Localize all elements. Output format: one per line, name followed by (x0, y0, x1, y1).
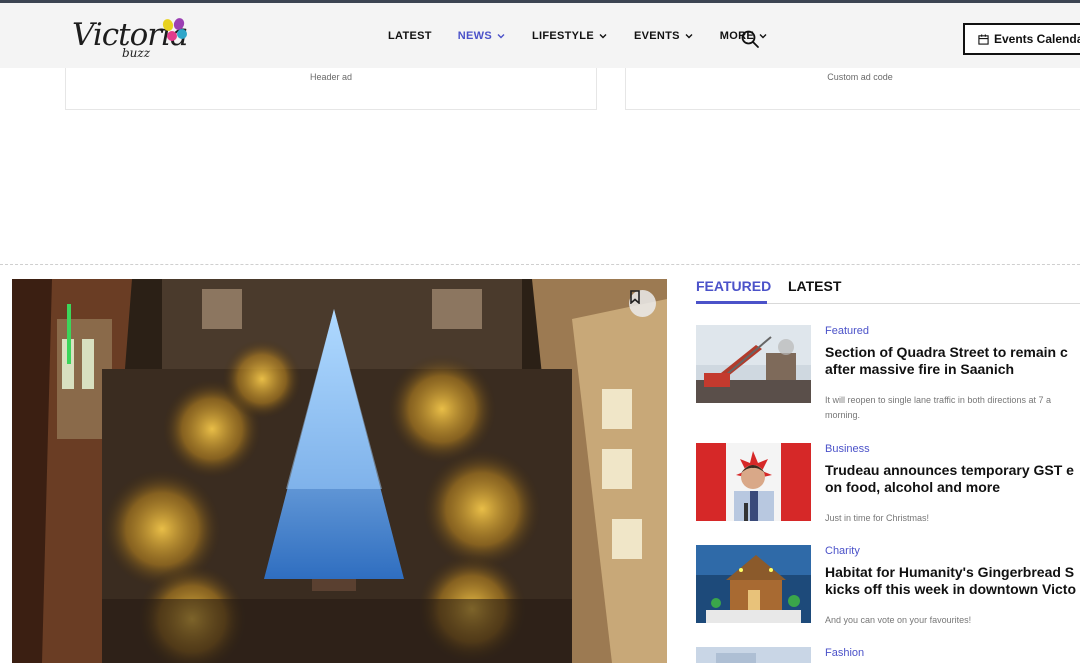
christmas-tree-photo (12, 279, 667, 663)
article-item: Fashion (696, 647, 1080, 663)
chevron-down-icon (599, 33, 607, 38)
article-thumbnail[interactable] (696, 545, 811, 623)
site-header: Victoria buzz LATEST NEWS LIFESTYLE EVEN… (0, 3, 1080, 68)
fashion-photo (696, 647, 811, 663)
article-thumbnail[interactable] (696, 325, 811, 403)
article-thumbnail[interactable] (696, 647, 811, 663)
article-headline[interactable]: Habitat for Humanity's Gingerbread S kic… (825, 564, 1080, 598)
nav-label: LIFESTYLE (531, 29, 594, 42)
hero-image[interactable] (12, 279, 667, 663)
article-headline[interactable]: Trudeau announces temporary GST e on foo… (825, 462, 1080, 496)
nav-label: LATEST (388, 29, 432, 42)
bookmark-icon (630, 290, 640, 304)
main-nav: LATEST NEWS LIFESTYLE EVENTS MORE (388, 3, 794, 68)
article-item: Charity Habitat for Humanity's Gingerbre… (696, 545, 1080, 635)
sidebar-tabs: FEATURED LATEST (696, 278, 1080, 304)
article-thumbnail[interactable] (696, 443, 811, 521)
search-icon[interactable] (740, 29, 760, 49)
events-calendar-label: Events Calendar (994, 32, 1080, 46)
article-item: Business Trudeau announces temporary GST… (696, 443, 1080, 533)
article-category[interactable]: Charity (825, 545, 860, 557)
nav-item-latest[interactable]: LATEST (388, 30, 432, 42)
article-excerpt: And you can vote on your favourites! (825, 615, 972, 625)
nav-item-events[interactable]: EVENTS (634, 30, 694, 42)
nav-item-news[interactable]: NEWS (458, 30, 506, 42)
custom-ad[interactable]: Custom ad code (625, 68, 1080, 110)
article-item: Featured Section of Quadra Street to rem… (696, 325, 1080, 425)
chevron-down-icon (685, 33, 693, 38)
nav-label: NEWS (457, 29, 492, 42)
article-excerpt: It will reopen to single lane traffic in… (825, 395, 1051, 420)
article-category[interactable]: Business (825, 443, 870, 455)
custom-ad-label: Custom ad code (827, 72, 893, 82)
article-excerpt: Just in time for Christmas! (825, 513, 930, 523)
bookmark-button[interactable] (629, 290, 656, 317)
header-ad[interactable]: Header ad (65, 68, 597, 110)
article-headline[interactable]: Section of Quadra Street to remain c aft… (825, 344, 1080, 378)
logo-flower-icon (162, 18, 187, 41)
events-calendar-button[interactable]: Events Calendar (963, 23, 1080, 55)
nav-label: EVENTS (633, 29, 680, 42)
tab-latest[interactable]: LATEST (788, 278, 841, 294)
site-logo[interactable]: Victoria buzz (72, 17, 192, 63)
calendar-icon (978, 33, 989, 45)
logo-subtext: buzz (122, 46, 151, 60)
gingerbread-house-photo (696, 545, 811, 623)
section-divider (0, 264, 1080, 265)
chevron-down-icon (497, 33, 505, 38)
article-category[interactable]: Fashion (825, 647, 864, 659)
fire-scene-photo (696, 325, 811, 403)
header-ad-label: Header ad (309, 72, 353, 82)
press-conference-photo (696, 443, 811, 521)
active-tab-indicator (696, 301, 767, 304)
article-category[interactable]: Featured (825, 325, 869, 337)
tab-featured[interactable]: FEATURED (696, 278, 771, 294)
nav-item-lifestyle[interactable]: LIFESTYLE (532, 30, 608, 42)
